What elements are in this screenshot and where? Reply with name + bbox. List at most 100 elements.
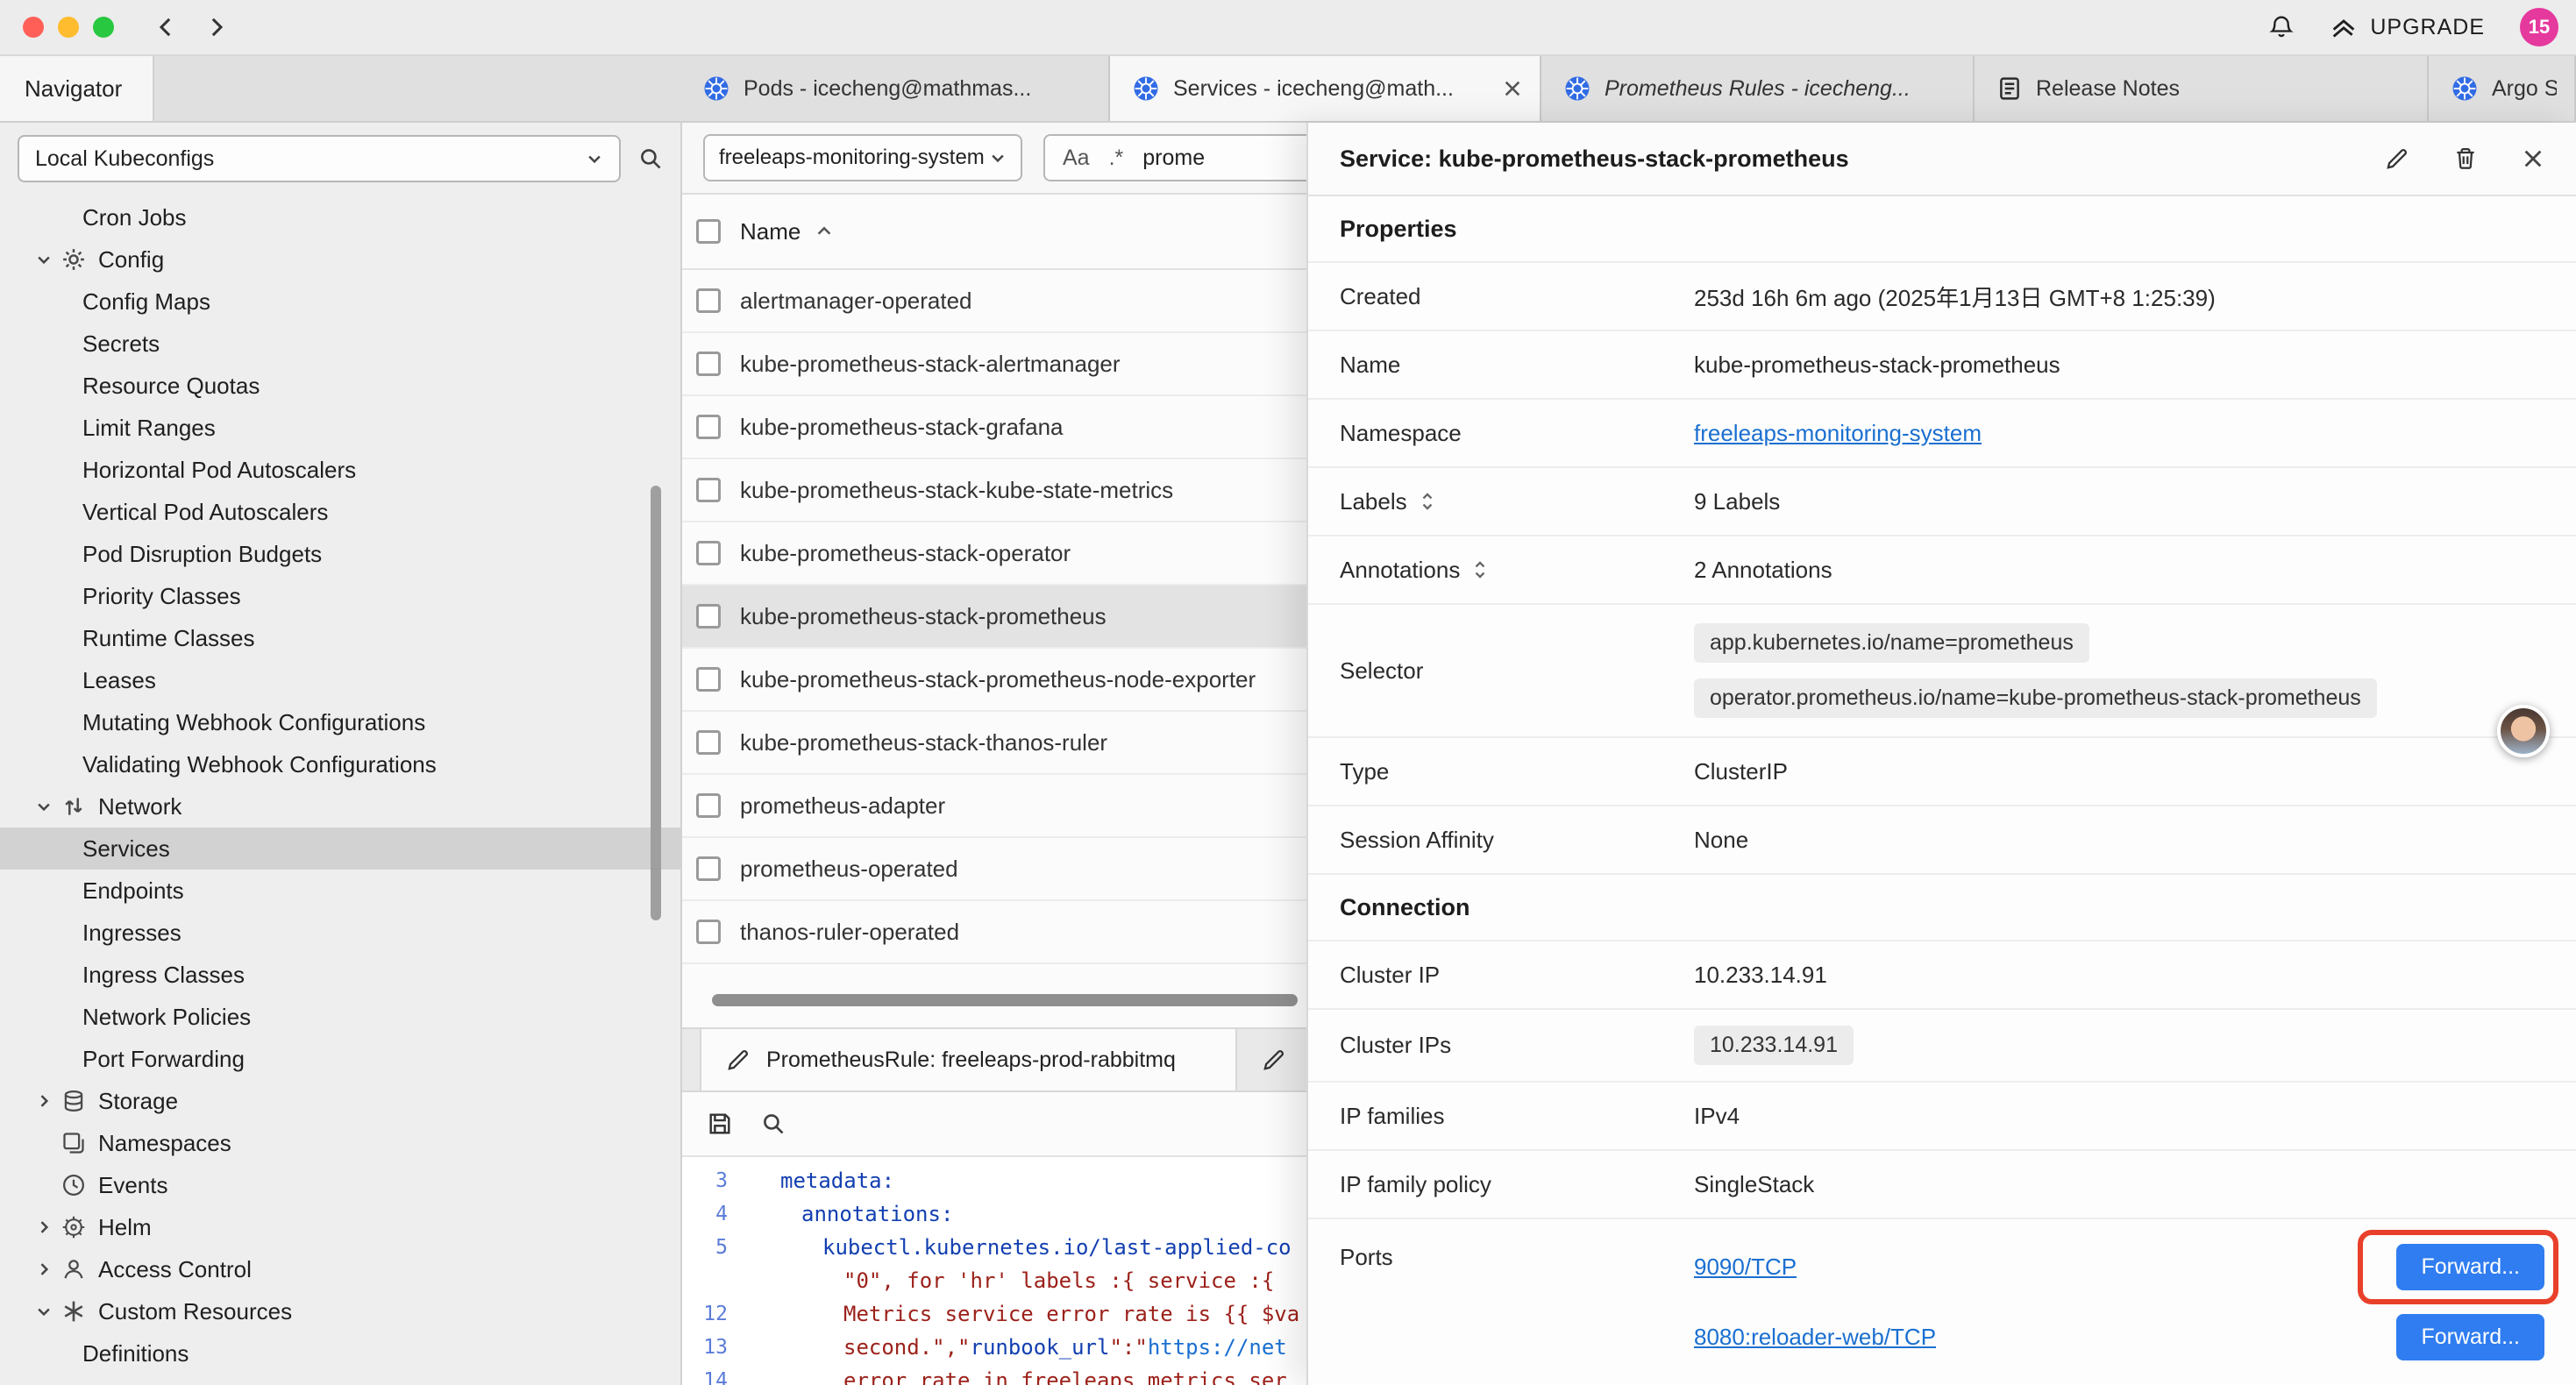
editor-tab[interactable]: PrometheusRule: freeleaps-prod-rabbitmq — [700, 1029, 1237, 1090]
editor-tab-partial[interactable] — [1237, 1029, 1313, 1090]
row-checkbox[interactable] — [696, 793, 721, 818]
property-label: Annotations — [1340, 557, 1460, 584]
row-checkbox[interactable] — [696, 856, 721, 881]
save-icon[interactable] — [707, 1111, 733, 1137]
kubeconfig-selector[interactable]: Local Kubeconfigs — [18, 135, 621, 182]
namespace-filter[interactable]: freeleaps-monitoring-system — [703, 134, 1022, 181]
upgrade-button[interactable]: UPGRADE — [2330, 15, 2485, 40]
row-checkbox[interactable] — [696, 604, 721, 629]
name-column-header[interactable]: Name — [740, 218, 834, 245]
sidebar-item-label: Storage — [98, 1088, 178, 1115]
notifications-bell-icon[interactable] — [2268, 14, 2295, 40]
service-name: kube-prometheus-stack-prometheus — [740, 603, 1107, 630]
tab-release-notes[interactable]: Release Notes — [1975, 56, 2429, 121]
property-value: None — [1694, 827, 2544, 854]
sidebar-item-validating-webhook-configurations[interactable]: Validating Webhook Configurations — [0, 743, 680, 785]
row-checkbox[interactable] — [696, 352, 721, 376]
chevron-down-icon[interactable] — [32, 798, 56, 815]
row-checkbox[interactable] — [696, 667, 721, 692]
sidebar-item-ingress-classes[interactable]: Ingress Classes — [0, 954, 680, 996]
edit-icon[interactable] — [2385, 146, 2409, 171]
horizontal-scrollbar[interactable] — [712, 994, 1298, 1006]
tab-prometheus-rules-icecheng[interactable]: Prometheus Rules - icecheng... — [1541, 56, 1975, 121]
forward-button[interactable]: Forward... — [2396, 1244, 2544, 1290]
floating-avatar[interactable] — [2497, 705, 2550, 757]
port-link[interactable]: 9090/TCP — [1694, 1254, 1797, 1281]
k8s-icon — [703, 75, 729, 102]
row-checkbox[interactable] — [696, 478, 721, 502]
sidebar-item-custom-resources[interactable]: Custom Resources — [0, 1290, 680, 1332]
row-checkbox[interactable] — [696, 541, 721, 565]
helm-icon — [56, 1215, 91, 1239]
row-checkbox[interactable] — [696, 415, 721, 439]
sidebar-item-limit-ranges[interactable]: Limit Ranges — [0, 407, 680, 449]
notification-badge[interactable]: 15 — [2520, 8, 2558, 46]
sidebar-item-label: Network Policies — [82, 1004, 251, 1031]
back-icon[interactable] — [153, 14, 179, 40]
sidebar-item-ingresses[interactable]: Ingresses — [0, 912, 680, 954]
sidebar-item-priority-classes[interactable]: Priority Classes — [0, 575, 680, 617]
tab-argo-se[interactable]: Argo Se — [2429, 56, 2576, 121]
sidebar-item-network[interactable]: Network — [0, 785, 680, 827]
line-number: 3 — [682, 1169, 745, 1192]
sidebar-item-network-policies[interactable]: Network Policies — [0, 996, 680, 1038]
sidebar-item-config[interactable]: Config — [0, 238, 680, 281]
chevron-right-icon[interactable] — [32, 1261, 56, 1278]
sidebar-item-helm[interactable]: Helm — [0, 1206, 680, 1248]
tab-pods-icecheng-mathmas[interactable]: Pods - icecheng@mathmas... — [680, 56, 1110, 121]
chevron-down-icon[interactable] — [32, 1303, 56, 1320]
search-icon[interactable] — [761, 1112, 786, 1136]
sidebar-item-secrets[interactable]: Secrets — [0, 323, 680, 365]
tab-label: Argo Se — [2492, 76, 2557, 102]
sidebar-item-cron-jobs[interactable]: Cron Jobs — [0, 196, 680, 238]
property-row-ports: Ports9090/TCPForward...8080:reloader-web… — [1308, 1219, 2576, 1385]
sidebar-item-services[interactable]: Services — [0, 827, 680, 870]
sidebar-item-namespaces[interactable]: Namespaces — [0, 1122, 680, 1164]
sidebar-item-label: Ingress Classes — [82, 962, 245, 989]
chevron-down-icon[interactable] — [32, 251, 56, 268]
window-minimize-button[interactable] — [58, 17, 79, 38]
delete-icon[interactable] — [2453, 146, 2478, 171]
close-icon[interactable] — [2522, 147, 2544, 170]
window-zoom-button[interactable] — [93, 17, 114, 38]
sidebar-item-access-control[interactable]: Access Control — [0, 1248, 680, 1290]
sidebar-item-runtime-classes[interactable]: Runtime Classes — [0, 617, 680, 659]
tab-services-icecheng-math[interactable]: Services - icecheng@math... — [1110, 56, 1541, 121]
sidebar-item-label: Cron Jobs — [82, 204, 187, 231]
row-checkbox[interactable] — [696, 730, 721, 755]
sidebar-item-horizontal-pod-autoscalers[interactable]: Horizontal Pod Autoscalers — [0, 449, 680, 491]
regex-toggle[interactable]: .* — [1109, 146, 1124, 171]
sidebar-item-label: Horizontal Pod Autoscalers — [82, 457, 356, 484]
sidebar-scrollbar[interactable] — [651, 486, 661, 920]
window-close-button[interactable] — [23, 17, 44, 38]
sidebar-item-label: Mutating Webhook Configurations — [82, 709, 425, 736]
sidebar-item-definitions[interactable]: Definitions — [0, 1332, 680, 1374]
sidebar-item-mutating-webhook-configurations[interactable]: Mutating Webhook Configurations — [0, 701, 680, 743]
sidebar-item-config-maps[interactable]: Config Maps — [0, 281, 680, 323]
sidebar-item-port-forwarding[interactable]: Port Forwarding — [0, 1038, 680, 1080]
updown-icon[interactable] — [1472, 558, 1488, 581]
chevron-right-icon[interactable] — [32, 1218, 56, 1236]
sidebar-item-vertical-pod-autoscalers[interactable]: Vertical Pod Autoscalers — [0, 491, 680, 533]
sidebar-item-endpoints[interactable]: Endpoints — [0, 870, 680, 912]
sidebar-item-storage[interactable]: Storage — [0, 1080, 680, 1122]
sidebar-item-events[interactable]: Events — [0, 1164, 680, 1206]
chevron-right-icon[interactable] — [32, 1092, 56, 1110]
search-icon[interactable] — [638, 146, 663, 171]
namespace-link[interactable]: freeleaps-monitoring-system — [1694, 420, 1982, 446]
search-input[interactable]: Aa .* prome — [1043, 134, 1345, 181]
forward-icon[interactable] — [203, 14, 230, 40]
forward-button[interactable]: Forward... — [2396, 1314, 2544, 1360]
match-case-toggle[interactable]: Aa — [1063, 146, 1090, 171]
port-link[interactable]: 8080:reloader-web/TCP — [1694, 1324, 1936, 1351]
updown-icon[interactable] — [1420, 490, 1435, 513]
property-row-ip-families: IP familiesIPv4 — [1308, 1083, 2576, 1151]
row-checkbox[interactable] — [696, 288, 721, 313]
sidebar-item-leases[interactable]: Leases — [0, 659, 680, 701]
select-all-checkbox[interactable] — [696, 219, 721, 244]
sidebar-item-resource-quotas[interactable]: Resource Quotas — [0, 365, 680, 407]
close-icon[interactable] — [1503, 79, 1522, 98]
navigator-tab[interactable]: Navigator — [0, 56, 154, 121]
row-checkbox[interactable] — [696, 920, 721, 944]
sidebar-item-pod-disruption-budgets[interactable]: Pod Disruption Budgets — [0, 533, 680, 575]
